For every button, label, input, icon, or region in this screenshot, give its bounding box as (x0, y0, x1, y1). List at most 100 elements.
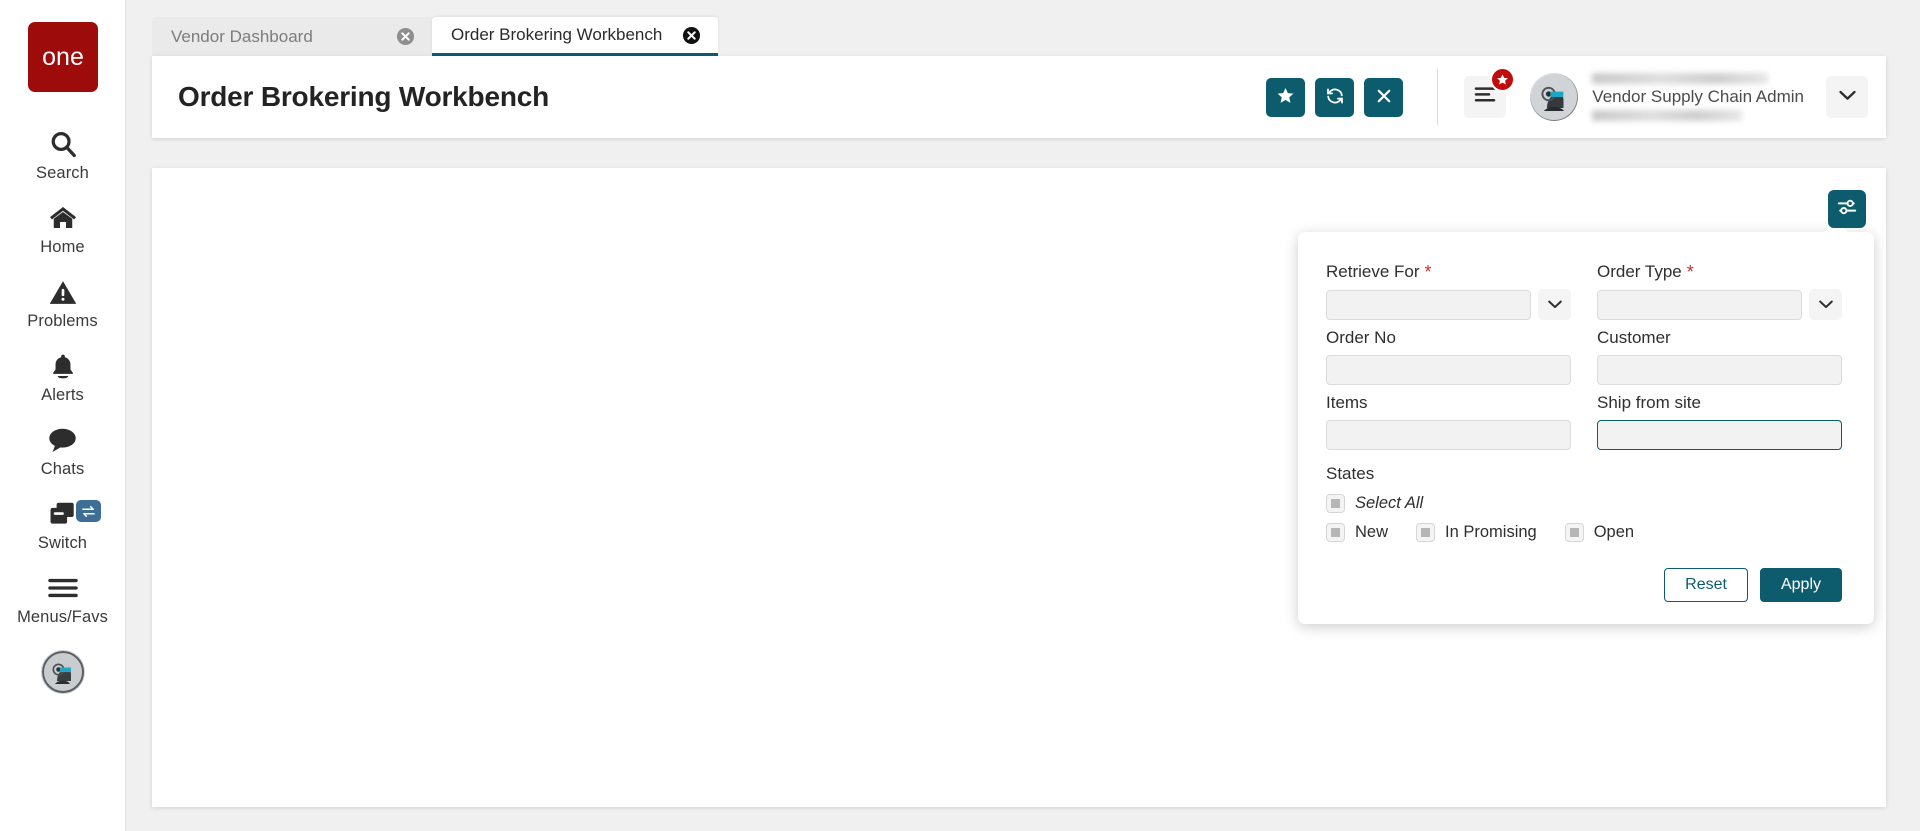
customer-input[interactable] (1597, 355, 1842, 385)
field-label: Order Type * (1597, 262, 1842, 282)
sidebar-item-label: Problems (27, 312, 98, 330)
star-icon (1276, 86, 1295, 108)
filter-sliders-icon (1836, 197, 1858, 222)
tab-vendor-dashboard[interactable]: Vendor Dashboard (152, 17, 432, 56)
state-options-group: New In Promising Open (1326, 523, 1842, 542)
order-no-input[interactable] (1326, 355, 1571, 385)
favorite-button[interactable] (1266, 77, 1306, 117)
order-type-dropdown-toggle[interactable] (1809, 289, 1842, 320)
filter-row-1: Retrieve For * Order Type * (1326, 262, 1842, 320)
header-menu-button[interactable] (1464, 67, 1516, 118)
field-control (1326, 420, 1571, 450)
field-control (1597, 355, 1842, 385)
retrieve-for-input[interactable] (1326, 289, 1531, 320)
one-logo[interactable]: one (27, 22, 98, 92)
field-label: Ship from site (1597, 393, 1842, 413)
sidebar-item-label: Chats (40, 460, 85, 478)
avatar (1530, 73, 1579, 121)
state-checkbox-open[interactable] (1564, 523, 1584, 542)
field-order-type: Order Type * (1597, 262, 1842, 320)
state-option-in-promising[interactable]: In Promising (1416, 523, 1537, 542)
user-role: Vendor Supply Chain Admin (1592, 87, 1804, 106)
field-label: Retrieve For * (1326, 262, 1571, 282)
field-ship-from-site: Ship from site (1597, 393, 1842, 450)
chevron-down-icon (1818, 296, 1833, 314)
state-option-open[interactable]: Open (1564, 523, 1634, 542)
field-label: Order No (1326, 328, 1571, 348)
states-label: States (1326, 464, 1375, 483)
field-label: Items (1326, 393, 1571, 413)
menu-star-badge (1490, 67, 1516, 92)
sidebar-item-label: Menus/Favs (17, 608, 108, 626)
required-marker: * (1686, 262, 1694, 282)
user-name-redacted-top (1592, 73, 1769, 84)
home-icon (47, 201, 79, 235)
state-label: In Promising (1445, 523, 1537, 541)
label-text: Customer (1597, 328, 1671, 347)
field-retrieve-for: Retrieve For * (1326, 262, 1571, 320)
label-text: Order Type (1597, 262, 1682, 281)
order-type-input[interactable] (1597, 289, 1802, 320)
sidebar-avatar[interactable] (40, 650, 85, 694)
header-divider (1437, 69, 1439, 125)
tab-close-icon[interactable] (682, 26, 701, 45)
ship-from-site-input[interactable] (1597, 420, 1842, 450)
field-order-no: Order No (1326, 328, 1571, 385)
items-input[interactable] (1326, 420, 1571, 450)
filter-toggle-button[interactable] (1828, 190, 1866, 228)
hamburger-icon (47, 571, 79, 605)
chevron-down-icon (1838, 88, 1856, 106)
sidebar-item-home[interactable]: Home (0, 192, 126, 266)
state-option-new[interactable]: New (1326, 523, 1388, 542)
sidebar-item-label: Search (36, 164, 89, 182)
state-checkbox-in-promising[interactable] (1416, 523, 1436, 542)
user-menu-toggle[interactable] (1826, 76, 1868, 118)
warning-triangle-icon (48, 275, 78, 309)
sidebar-item-menus-favs[interactable]: Menus/Favs (0, 562, 126, 636)
user-name-redacted-bottom (1592, 110, 1743, 121)
retrieve-for-dropdown-toggle[interactable] (1538, 289, 1571, 320)
state-checkbox-new[interactable] (1326, 523, 1345, 542)
left-sidebar: one Search Home Problems Alerts Chats Sw… (0, 0, 126, 831)
state-label: New (1355, 523, 1389, 541)
sidebar-item-search[interactable]: Search (0, 118, 126, 192)
label-text: Ship from site (1597, 393, 1701, 412)
sidebar-item-problems[interactable]: Problems (0, 266, 126, 340)
main-area: Vendor Dashboard Order Brokering Workben… (126, 0, 1920, 831)
search-icon (48, 127, 78, 161)
sidebar-item-label: Alerts (41, 386, 84, 404)
close-icon (1375, 87, 1393, 108)
field-control (1326, 289, 1571, 320)
menu-lines-icon (1474, 86, 1496, 108)
refresh-button[interactable] (1315, 77, 1355, 117)
refresh-icon (1325, 86, 1345, 109)
sidebar-item-switch[interactable]: Switch (0, 488, 126, 562)
select-all-row[interactable]: Select All (1326, 494, 1842, 513)
field-control (1597, 289, 1842, 320)
tab-label: Vendor Dashboard (171, 26, 313, 46)
sidebar-item-label: Home (40, 238, 85, 256)
field-label: Customer (1597, 328, 1842, 348)
user-text: Vendor Supply Chain Admin (1592, 71, 1804, 123)
tab-order-brokering-workbench[interactable]: Order Brokering Workbench (432, 17, 719, 56)
apply-button[interactable]: Apply (1759, 568, 1842, 602)
sidebar-item-chats[interactable]: Chats (0, 414, 126, 488)
filter-row-2: Order No Customer (1326, 328, 1842, 385)
switch-toggle-badge[interactable] (75, 500, 101, 522)
required-marker: * (1424, 262, 1432, 282)
select-all-checkbox[interactable] (1326, 494, 1345, 513)
chat-bubble-icon (47, 423, 78, 457)
reset-button[interactable]: Reset (1664, 568, 1748, 602)
sidebar-item-alerts[interactable]: Alerts (0, 340, 126, 414)
app-root: one Search Home Problems Alerts Chats Sw… (0, 0, 1920, 831)
tab-close-icon[interactable] (396, 27, 415, 46)
workbench-content-card: Retrieve For * Order Type * Order No Cus… (152, 168, 1886, 807)
user-block[interactable]: Vendor Supply Chain Admin (1530, 71, 1868, 123)
field-items: Items (1326, 393, 1571, 450)
page-header: Order Brokering Workbench Vendor Supply … (152, 56, 1886, 138)
chevron-down-icon (1547, 296, 1562, 314)
sidebar-item-label: Switch (37, 534, 88, 552)
page-title: Order Brokering Workbench (178, 81, 550, 112)
close-button[interactable] (1364, 77, 1404, 117)
windows-icon (47, 497, 78, 531)
